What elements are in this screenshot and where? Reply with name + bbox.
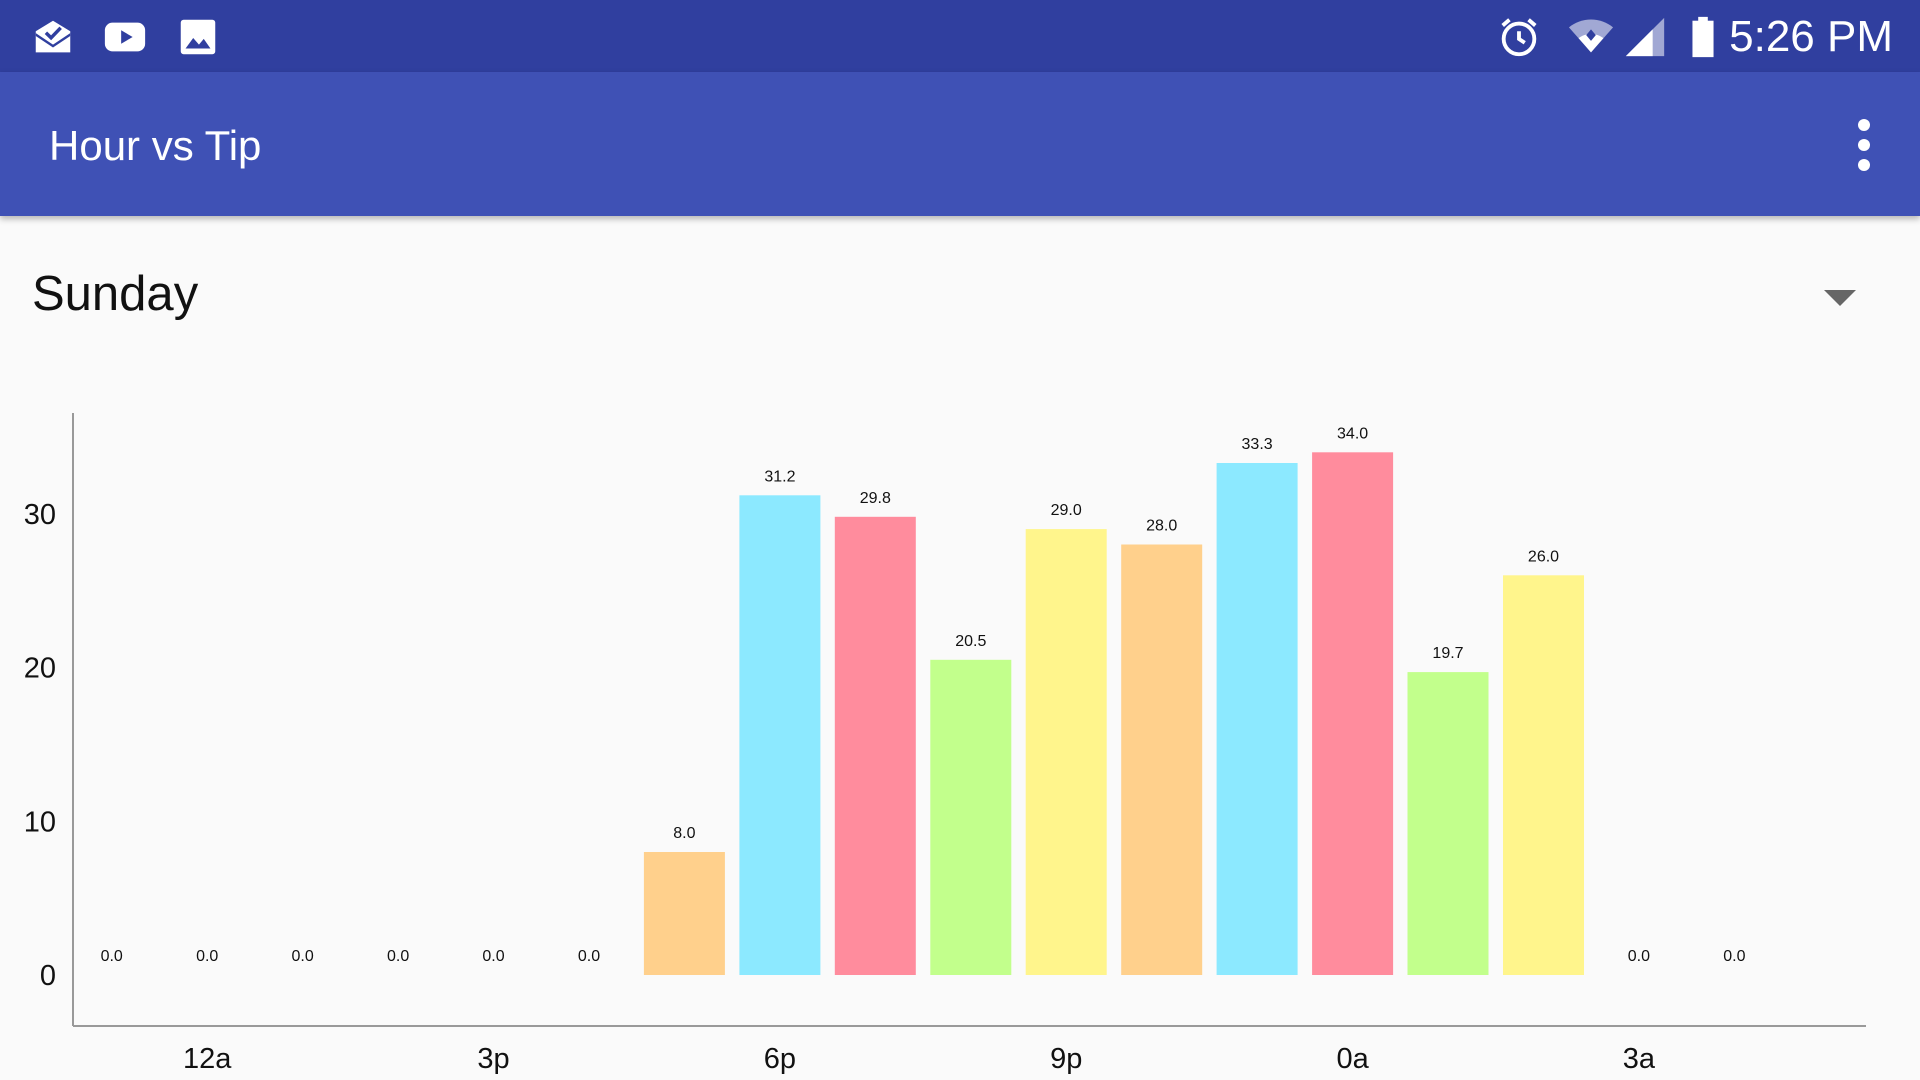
y-tick-label: 30 bbox=[24, 499, 56, 531]
bar bbox=[1216, 463, 1298, 975]
bars bbox=[643, 452, 1584, 975]
mail-check-icon bbox=[30, 14, 76, 60]
data-label: 0.0 bbox=[101, 948, 123, 965]
y-tick-label: 0 bbox=[40, 960, 56, 992]
bar bbox=[834, 516, 916, 975]
dropdown-arrow-icon bbox=[1824, 290, 1856, 306]
data-label: 29.0 bbox=[1051, 502, 1082, 519]
x-tick-label: 6p bbox=[764, 1043, 796, 1075]
data-label: 34.0 bbox=[1337, 425, 1368, 442]
wifi-icon bbox=[1566, 14, 1616, 60]
app-bar: Hour vs Tip bbox=[0, 72, 1920, 216]
selected-day-label: Sunday bbox=[32, 267, 199, 321]
alarm-clock-icon bbox=[1496, 14, 1542, 60]
hour-vs-tip-bar-chart: 0 10 20 30 0.0 0.0 0.0 0.0 0.0 0.0 8.0 31.2 29.8 20.… bbox=[24, 413, 1866, 1075]
x-tick-label: 3p bbox=[477, 1043, 509, 1075]
overflow-menu-icon[interactable] bbox=[1836, 115, 1892, 175]
y-axis-tick-labels: 0 10 20 30 bbox=[24, 499, 56, 992]
data-label: 29.8 bbox=[860, 490, 891, 507]
bar bbox=[1407, 672, 1489, 975]
battery-icon bbox=[1680, 14, 1726, 60]
bar bbox=[1312, 452, 1394, 975]
x-tick-label: 9p bbox=[1050, 1043, 1082, 1075]
gallery-image-icon bbox=[175, 14, 221, 60]
data-label: 33.3 bbox=[1242, 436, 1273, 453]
y-tick-label: 20 bbox=[24, 653, 56, 685]
bar bbox=[1121, 544, 1203, 975]
data-label: 0.0 bbox=[387, 948, 409, 965]
data-label: 26.0 bbox=[1528, 548, 1559, 565]
cell-signal-icon bbox=[1622, 14, 1668, 60]
day-selector-dropdown[interactable]: Sunday bbox=[0, 240, 1920, 360]
bar bbox=[643, 852, 725, 975]
x-tick-label: 0a bbox=[1336, 1043, 1369, 1075]
data-label: 20.5 bbox=[955, 633, 986, 650]
data-label: 0.0 bbox=[1628, 948, 1650, 965]
data-label: 0.0 bbox=[1723, 948, 1745, 965]
data-label: 0.0 bbox=[482, 948, 504, 965]
bar bbox=[1025, 529, 1107, 975]
y-tick-label: 10 bbox=[24, 806, 56, 838]
status-bar: 5:26 PM bbox=[0, 0, 1920, 72]
data-label: 0.0 bbox=[291, 948, 313, 965]
bar bbox=[739, 495, 821, 975]
x-tick-label: 3a bbox=[1623, 1043, 1656, 1075]
bar bbox=[1503, 575, 1584, 975]
youtube-icon bbox=[102, 14, 148, 60]
data-label: 0.0 bbox=[196, 948, 218, 965]
data-label: 0.0 bbox=[578, 948, 600, 965]
x-axis-tick-labels: 12a 3p 6p 9p 0a 3a bbox=[183, 1043, 1656, 1075]
data-label: 28.0 bbox=[1146, 518, 1177, 535]
x-tick-label: 12a bbox=[183, 1043, 232, 1075]
status-time: 5:26 PM bbox=[1729, 12, 1893, 61]
bar bbox=[930, 659, 1012, 975]
data-label: 31.2 bbox=[764, 468, 795, 485]
app-title: Hour vs Tip bbox=[49, 122, 262, 169]
data-label: 8.0 bbox=[673, 825, 695, 842]
data-label: 19.7 bbox=[1432, 645, 1463, 662]
data-labels: 0.0 0.0 0.0 0.0 0.0 0.0 8.0 31.2 29.8 20.5 29.0 28.… bbox=[101, 425, 1746, 965]
